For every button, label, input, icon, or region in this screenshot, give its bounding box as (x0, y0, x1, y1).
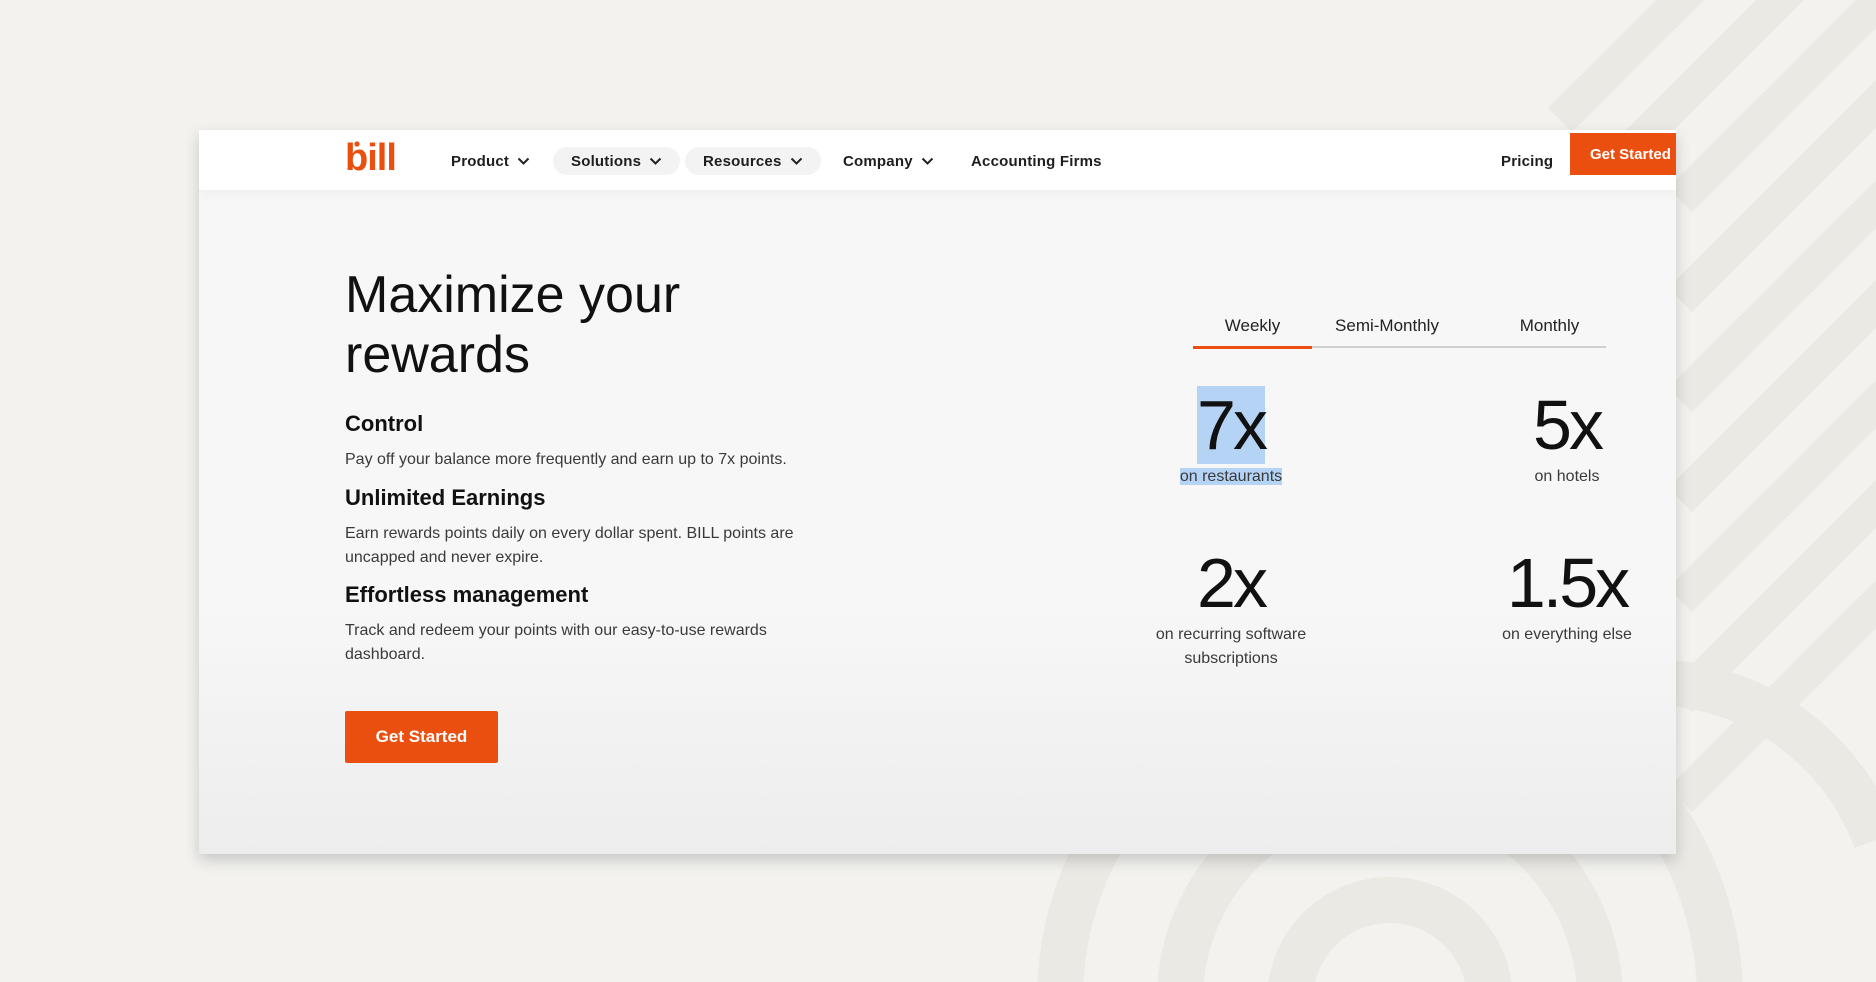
reward-category: on recurring software subscriptions (1155, 626, 1307, 667)
tab-semi-monthly[interactable]: Semi-Monthly (1314, 316, 1460, 348)
reward-stat-everything-else: 1.5x on everything else (1457, 543, 1676, 647)
nav-accounting-firms-label: Accounting Firms (971, 152, 1102, 170)
browser-content: bill Product Solutions Resources Company… (199, 130, 1676, 854)
chevron-down-icon (921, 157, 933, 165)
reward-multiplier-value: 7x (1197, 386, 1268, 464)
reward-multiplier: 2x (1197, 544, 1268, 622)
reward-stat-software: 2x on recurring software subscriptions (1121, 543, 1341, 671)
top-navigation: bill Product Solutions Resources Company… (199, 130, 1676, 190)
nav-pricing[interactable]: Pricing (1501, 147, 1553, 175)
tab-semi-monthly-label: Semi-Monthly (1335, 316, 1439, 335)
feature-heading-control: Control (345, 411, 424, 436)
page-title: Maximize your rewards (345, 266, 681, 384)
reward-category: on hotels (1534, 468, 1600, 485)
nav-product[interactable]: Product (451, 147, 530, 175)
nav-resources-label: Resources (703, 152, 782, 170)
nav-company-label: Company (843, 152, 913, 170)
feature-heading-effortless-management: Effortless management (345, 582, 589, 607)
nav-pricing-label: Pricing (1501, 152, 1554, 170)
tab-weekly[interactable]: Weekly (1193, 316, 1312, 349)
nav-product-label: Product (451, 152, 510, 170)
tab-monthly[interactable]: Monthly (1493, 316, 1606, 348)
bill-logo[interactable]: bill (345, 136, 401, 180)
reward-multiplier: 5x (1533, 386, 1604, 464)
svg-text:bill: bill (345, 137, 396, 179)
nav-resources[interactable]: Resources (685, 147, 821, 175)
tab-weekly-label: Weekly (1224, 316, 1281, 335)
feature-text-effortless-management: Track and redeem your points with our ea… (345, 622, 767, 663)
reward-category: on everything else (1502, 626, 1632, 643)
get-started-button[interactable]: Get Started (345, 711, 498, 763)
get-started-nav-button[interactable]: Get Started (1570, 133, 1676, 175)
chevron-down-icon (517, 157, 530, 165)
chevron-down-icon (649, 157, 662, 165)
feature-text-unlimited-earnings: Earn rewards points daily on every dolla… (345, 525, 794, 566)
reward-stat-restaurants: 7x on restaurants (1121, 385, 1341, 489)
nav-company[interactable]: Company (843, 147, 934, 175)
nav-solutions-label: Solutions (571, 152, 642, 170)
reward-category: on restaurants (1121, 465, 1341, 489)
feature-text-control: Pay off your balance more frequently and… (345, 451, 787, 468)
reward-stat-hotels: 5x on hotels (1457, 385, 1676, 489)
nav-accounting-firms[interactable]: Accounting Firms (971, 147, 1102, 175)
frequency-tabs: Weekly Semi-Monthly Monthly (1193, 316, 1606, 349)
reward-category-text: on restaurants (1179, 468, 1283, 485)
reward-multiplier: 1.5x (1506, 544, 1630, 622)
nav-solutions[interactable]: Solutions (553, 147, 681, 175)
feature-heading-unlimited-earnings: Unlimited Earnings (345, 485, 546, 510)
chevron-down-icon (790, 157, 802, 165)
reward-multiplier: 7x (1121, 385, 1341, 465)
tab-monthly-label: Monthly (1519, 316, 1580, 335)
